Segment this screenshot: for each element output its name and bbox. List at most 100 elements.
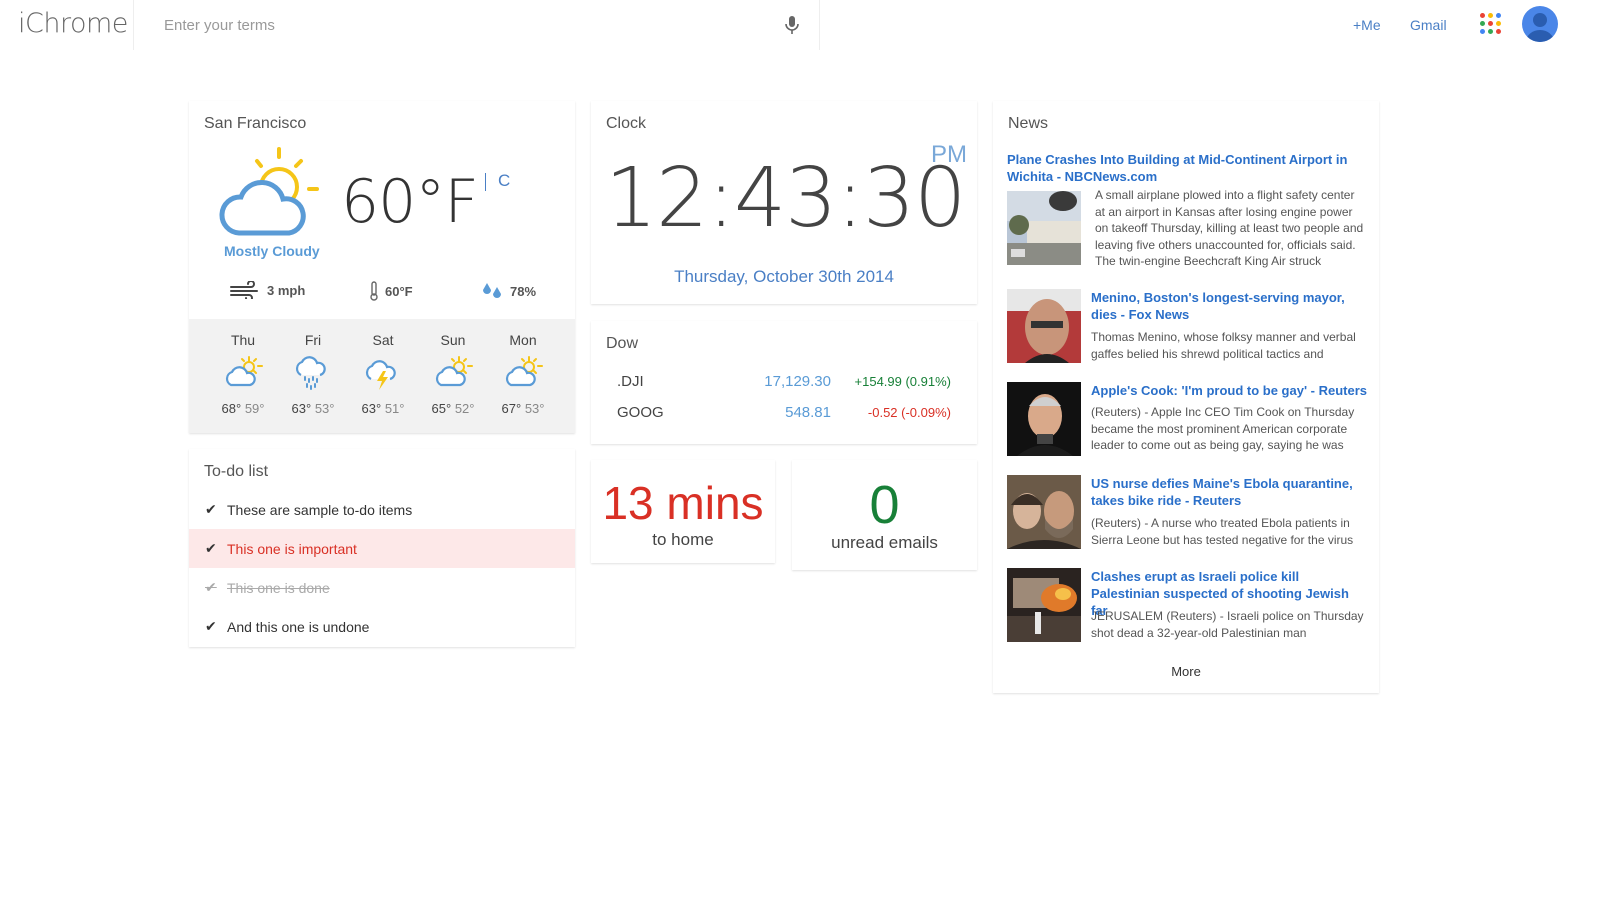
todo-text: This one is done <box>227 579 330 596</box>
humidity-value: 78% <box>510 283 537 299</box>
checkmark-icon[interactable]: ✔ <box>205 501 227 518</box>
checkmark-icon[interactable]: ✔ <box>205 579 227 596</box>
current-temperature: 60°F <box>341 167 479 237</box>
todo-item-important[interactable]: ✔ This one is important <box>189 529 575 568</box>
thunderstorm-icon <box>363 353 403 393</box>
partly-cloudy-icon <box>503 353 543 393</box>
news-item[interactable]: Apple's Cook: 'I'm proud to be gay' - Re… <box>1007 382 1367 456</box>
news-thumbnail[interactable] <box>1007 475 1081 549</box>
todo-text: These are sample to-do items <box>227 501 413 518</box>
traffic-label: to home <box>652 530 714 549</box>
news-thumbnail[interactable] <box>1007 191 1081 265</box>
todo-title: To-do list <box>204 463 269 480</box>
forecast-high: 63° <box>361 401 382 416</box>
forecast-temps: 63° 51° <box>348 401 418 416</box>
clock-title: Clock <box>606 115 647 132</box>
stocks-card: Dow .DJI 17,129.30 +154.99 (0.91%) GOOG … <box>591 321 977 444</box>
todo-card: To-do list ✔ These are sample to-do item… <box>189 449 575 647</box>
user-avatar[interactable] <box>1522 6 1558 42</box>
stock-change: +154.99 (0.91%) <box>854 374 951 389</box>
news-snippet: (Reuters) - Apple Inc CEO Tim Cook on Th… <box>1091 405 1355 452</box>
news-image <box>1007 382 1081 456</box>
todo-item-done[interactable]: ✔ This one is done <box>189 568 575 607</box>
gmail-link[interactable]: Gmail <box>1410 17 1447 33</box>
humidity-drops-icon <box>483 283 501 298</box>
forecast-day-name: Sat <box>372 332 394 348</box>
checkmark-icon[interactable]: ✔ <box>205 618 227 635</box>
news-item[interactable]: Plane Crashes Into Building at Mid-Conti… <box>1007 151 1367 271</box>
forecast-low: 51° <box>384 401 405 416</box>
thermometer-icon <box>370 281 378 301</box>
news-headline[interactable]: Apple's Cook: 'I'm proud to be gay' - Re… <box>1091 382 1367 399</box>
forecast-strip: Thu 68° 59° Fri 63° 53° Sat 63° 51° Sun … <box>189 319 575 433</box>
news-headline[interactable]: US nurse defies Maine's Ebola quarantine… <box>1091 475 1363 509</box>
traffic-time: 13 mins <box>602 477 764 529</box>
forecast-temps: 65° 52° <box>418 401 488 416</box>
partly-cloudy-icon <box>433 353 473 393</box>
news-card: News Plane Crashes Into Building at Mid-… <box>993 101 1379 693</box>
feels-like-stat: 60°F <box>369 281 413 301</box>
checkmark-icon[interactable]: ✔ <box>205 540 227 557</box>
stock-change: -0.52 (-0.09%) <box>867 405 951 420</box>
news-thumbnail[interactable] <box>1007 289 1081 363</box>
traffic-card: 13 mins to home <box>591 460 775 563</box>
forecast-high: 63° <box>291 401 312 416</box>
celsius-toggle[interactable]: C <box>498 171 510 191</box>
app-logo[interactable]: iChrome <box>18 8 128 39</box>
news-thumbnail[interactable] <box>1007 568 1081 642</box>
todo-text: And this one is undone <box>227 618 370 635</box>
header-divider <box>819 0 820 50</box>
todo-item[interactable]: ✔ These are sample to-do items <box>189 490 575 529</box>
wind-icon <box>230 281 258 299</box>
mostly-cloudy-icon <box>219 147 319 236</box>
forecast-temps: 68° 59° <box>208 401 278 416</box>
search-input[interactable] <box>158 10 758 40</box>
forecast-high: 67° <box>501 401 522 416</box>
stock-row[interactable]: GOOG 548.81 -0.52 (-0.09%) <box>591 404 977 432</box>
forecast-day-name: Thu <box>230 332 256 348</box>
news-image <box>1007 475 1081 549</box>
top-bar: iChrome +Me Gmail <box>0 0 1600 50</box>
todo-item[interactable]: ✔ And this one is undone <box>189 607 575 646</box>
stock-symbol: GOOG <box>617 404 664 421</box>
forecast-high: 68° <box>221 401 242 416</box>
rain-icon <box>293 353 333 393</box>
news-more-button[interactable]: More <box>993 664 1379 679</box>
stock-row[interactable]: .DJI 17,129.30 +154.99 (0.91%) <box>591 373 977 401</box>
forecast-high: 65° <box>431 401 452 416</box>
wind-speed: 3 mph <box>267 282 306 298</box>
header-divider <box>133 0 134 50</box>
forecast-day-name: Sun <box>440 332 466 348</box>
news-thumbnail[interactable] <box>1007 382 1081 456</box>
news-item[interactable]: US nurse defies Maine's Ebola quarantine… <box>1007 475 1367 549</box>
stocks-title: Dow <box>606 335 639 352</box>
todo-text: This one is important <box>227 540 357 557</box>
clock-date: Thursday, October 30th 2014 <box>674 267 894 286</box>
partly-cloudy-icon <box>223 353 263 393</box>
news-snippet: JERUSALEM (Reuters) - Israeli police on … <box>1091 609 1364 640</box>
forecast-day-name: Mon <box>509 332 537 348</box>
news-headline[interactable]: Menino, Boston's longest-serving mayor, … <box>1091 289 1363 323</box>
forecast-temps: 67° 53° <box>488 401 558 416</box>
news-snippet: Thomas Menino, whose folksy manner and v… <box>1091 330 1356 361</box>
humidity-stat: 78% <box>482 281 536 301</box>
news-image <box>1007 289 1081 363</box>
news-image <box>1007 568 1081 642</box>
feels-like-temp: 60°F <box>385 283 413 299</box>
stock-price: 548.81 <box>785 404 831 421</box>
unit-separator <box>485 173 486 191</box>
apps-grid-icon[interactable] <box>1480 13 1502 35</box>
forecast-low: 53° <box>314 401 335 416</box>
news-item[interactable]: Menino, Boston's longest-serving mayor, … <box>1007 289 1367 363</box>
forecast-low: 52° <box>454 401 475 416</box>
weather-card: San Francisco 60°F C Mostly Cloudy 3 mph <box>189 101 575 433</box>
unread-count[interactable]: 0 <box>792 474 977 536</box>
user-silhouette-icon <box>1526 13 1554 42</box>
news-item[interactable]: Clashes erupt as Israeli police kill Pal… <box>1007 568 1367 642</box>
microphone-icon[interactable] <box>780 13 804 37</box>
plus-me-link[interactable]: +Me <box>1353 17 1381 33</box>
forecast-low: 59° <box>244 401 265 416</box>
news-headline[interactable]: Plane Crashes Into Building at Mid-Conti… <box>1007 151 1362 185</box>
clock-time: 12:43:30 <box>605 151 966 246</box>
forecast-day-name: Fri <box>304 332 322 348</box>
